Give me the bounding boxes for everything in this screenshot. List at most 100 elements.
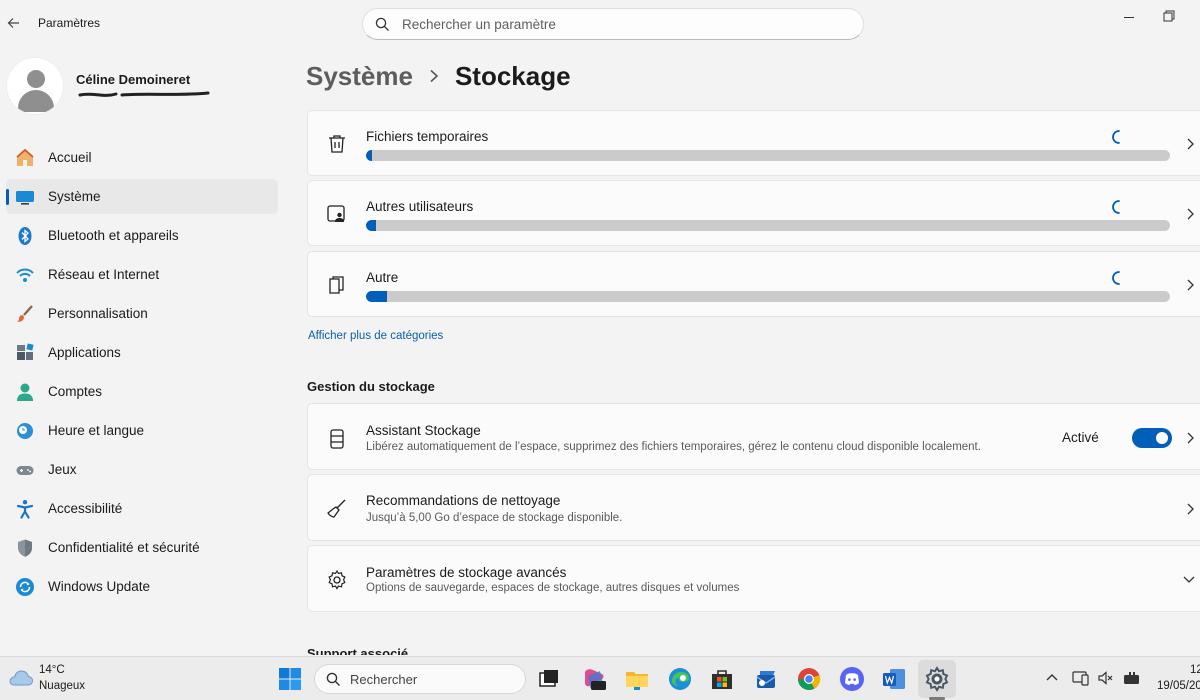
phone-link-icon[interactable]: [1072, 669, 1090, 687]
category-label: Autre: [366, 270, 399, 285]
settings-search-box[interactable]: Rechercher un paramètre: [362, 8, 864, 40]
search-icon: [375, 17, 389, 31]
user-profile[interactable]: Céline Demoineret: [6, 56, 286, 120]
usage-bar-fill: [366, 150, 373, 161]
taskbar-search-placeholder: Rechercher: [350, 672, 418, 687]
storage-sense-toggle[interactable]: [1132, 428, 1172, 448]
loading-spinner-icon: [1112, 130, 1120, 144]
taskbar: 14°C Nuageux Rechercher 12 19/05/20: [0, 656, 1200, 700]
sidebar-item-accessibilite[interactable]: Accessibilité: [6, 491, 278, 526]
other-file-icon: [329, 276, 344, 294]
sidebar-item-jeux[interactable]: Jeux: [6, 452, 278, 487]
system-icon: [16, 191, 34, 205]
sidebar-item-windows-update[interactable]: Windows Update: [6, 569, 278, 604]
usage-bar-fill: [366, 220, 377, 231]
chevron-up-icon[interactable]: [1043, 669, 1061, 687]
broom-icon: [327, 499, 346, 518]
cleanup-recommendations-card[interactable]: Recommandations de nettoyage Jusqu’à 5,0…: [307, 474, 1200, 541]
user-name: Céline Demoineret: [76, 72, 191, 87]
sidebar-item-label: Comptes: [48, 384, 103, 399]
loading-spinner-icon: [1112, 271, 1120, 285]
sidebar-item-label: Système: [48, 189, 101, 204]
sidebar-item-label: Personnalisation: [48, 306, 148, 321]
sidebar-item-label: Accessibilité: [48, 501, 123, 516]
taskbar-search-box[interactable]: Rechercher: [314, 664, 526, 694]
users-icon: [327, 205, 345, 222]
sidebar-item-bluetooth[interactable]: Bluetooth et appareils: [6, 218, 278, 253]
sidebar-item-accueil[interactable]: Accueil: [6, 140, 278, 175]
sidebar-item-label: Bluetooth et appareils: [48, 228, 179, 243]
sidebar-item-label: Windows Update: [48, 579, 151, 594]
chevron-right-icon: [1187, 432, 1194, 444]
clock-time[interactable]: 12: [1190, 664, 1200, 676]
storage-category-temp-files[interactable]: Fichiers temporaires: [307, 110, 1200, 176]
restore-button[interactable]: [1157, 6, 1181, 26]
storage-sense-description: Libérez automatiquement de l’espace, sup…: [366, 441, 981, 453]
avatar: [6, 57, 64, 115]
usage-bar: [366, 291, 1170, 302]
clock-date[interactable]: 19/05/20: [1157, 680, 1200, 692]
accessibility-icon: [16, 500, 34, 519]
category-label: Fichiers temporaires: [366, 129, 489, 144]
breadcrumb: Système Stockage: [306, 56, 571, 96]
category-label: Autres utilisateurs: [366, 199, 474, 214]
storage-category-other-users[interactable]: Autres utilisateurs: [307, 180, 1200, 246]
storage-category-other[interactable]: Autre: [307, 251, 1200, 317]
edge-browser-icon[interactable]: [666, 665, 694, 693]
storage-sense-card[interactable]: Assistant Stockage Libérez automatiqueme…: [307, 403, 1200, 470]
sidebar-item-label: Accueil: [48, 150, 92, 165]
chevron-right-icon: [1187, 503, 1194, 515]
home-icon: [16, 148, 34, 166]
windows-update-icon: [16, 578, 34, 596]
storage-sense-title: Assistant Stockage: [366, 423, 481, 438]
back-button[interactable]: [2, 10, 24, 36]
sidebar-item-comptes[interactable]: Comptes: [6, 374, 278, 409]
battery-icon[interactable]: [1123, 669, 1141, 687]
outlook-icon[interactable]: [752, 665, 780, 693]
sidebar-item-label: Heure et langue: [48, 423, 145, 438]
chevron-down-icon: [1183, 576, 1195, 583]
brush-icon: [17, 305, 33, 322]
section-title-storage-management: Gestion du stockage: [307, 379, 435, 394]
storage-drive-icon: [330, 429, 344, 449]
advanced-title: Paramètres de stockage avancés: [366, 565, 567, 580]
cleanup-title: Recommandations de nettoyage: [366, 493, 561, 508]
search-icon: [326, 672, 340, 686]
chevron-right-icon: [1187, 279, 1194, 291]
advanced-description: Options de sauvegarde, espaces de stocka…: [366, 582, 740, 594]
microsoft-store-icon[interactable]: [708, 665, 736, 693]
search-placeholder: Rechercher un paramètre: [402, 17, 556, 32]
cloud-weather-icon[interactable]: [8, 667, 34, 689]
volume-muted-icon[interactable]: [1097, 669, 1115, 687]
sidebar-item-heure-langue[interactable]: Heure et langue: [6, 413, 278, 448]
file-explorer-icon[interactable]: [623, 665, 651, 693]
sidebar-item-reseau[interactable]: Réseau et Internet: [6, 257, 278, 292]
discord-icon[interactable]: [838, 665, 866, 693]
usage-bar-fill: [366, 291, 387, 302]
account-icon: [17, 383, 33, 401]
time-language-icon: [17, 423, 33, 439]
sidebar-item-applications[interactable]: Applications: [6, 335, 278, 370]
advanced-storage-settings-card[interactable]: Paramètres de stockage avancés Options d…: [307, 545, 1200, 612]
show-more-categories-link[interactable]: Afficher plus de catégories: [308, 330, 443, 342]
main-scroll-area[interactable]: Fichiers temporaires Autres utilisateurs…: [306, 100, 1200, 655]
title-bar: Paramètres Rechercher un paramètre: [0, 0, 1200, 48]
app-title: Paramètres: [38, 16, 101, 30]
breadcrumb-parent-link[interactable]: Système: [306, 61, 413, 92]
usage-bar: [366, 150, 1170, 161]
word-icon[interactable]: [880, 665, 908, 693]
task-view-icon[interactable]: [535, 665, 563, 693]
weather-description[interactable]: Nuageux: [39, 680, 85, 692]
bluetooth-icon: [18, 227, 32, 245]
minimize-button[interactable]: [1117, 8, 1141, 26]
windows-start-icon[interactable]: [276, 665, 304, 693]
chrome-browser-icon[interactable]: [795, 665, 823, 693]
sidebar-item-label: Jeux: [48, 462, 77, 477]
weather-temperature[interactable]: 14°C: [39, 664, 65, 676]
loading-spinner-icon: [1112, 200, 1120, 214]
sidebar-item-confidentialite[interactable]: Confidentialité et sécurité: [6, 530, 278, 565]
sidebar-item-systeme[interactable]: Système: [6, 179, 278, 214]
microsoft-365-icon[interactable]: [580, 665, 608, 693]
settings-gear-icon[interactable]: [923, 665, 951, 693]
sidebar-item-personnalisation[interactable]: Personnalisation: [6, 296, 278, 331]
